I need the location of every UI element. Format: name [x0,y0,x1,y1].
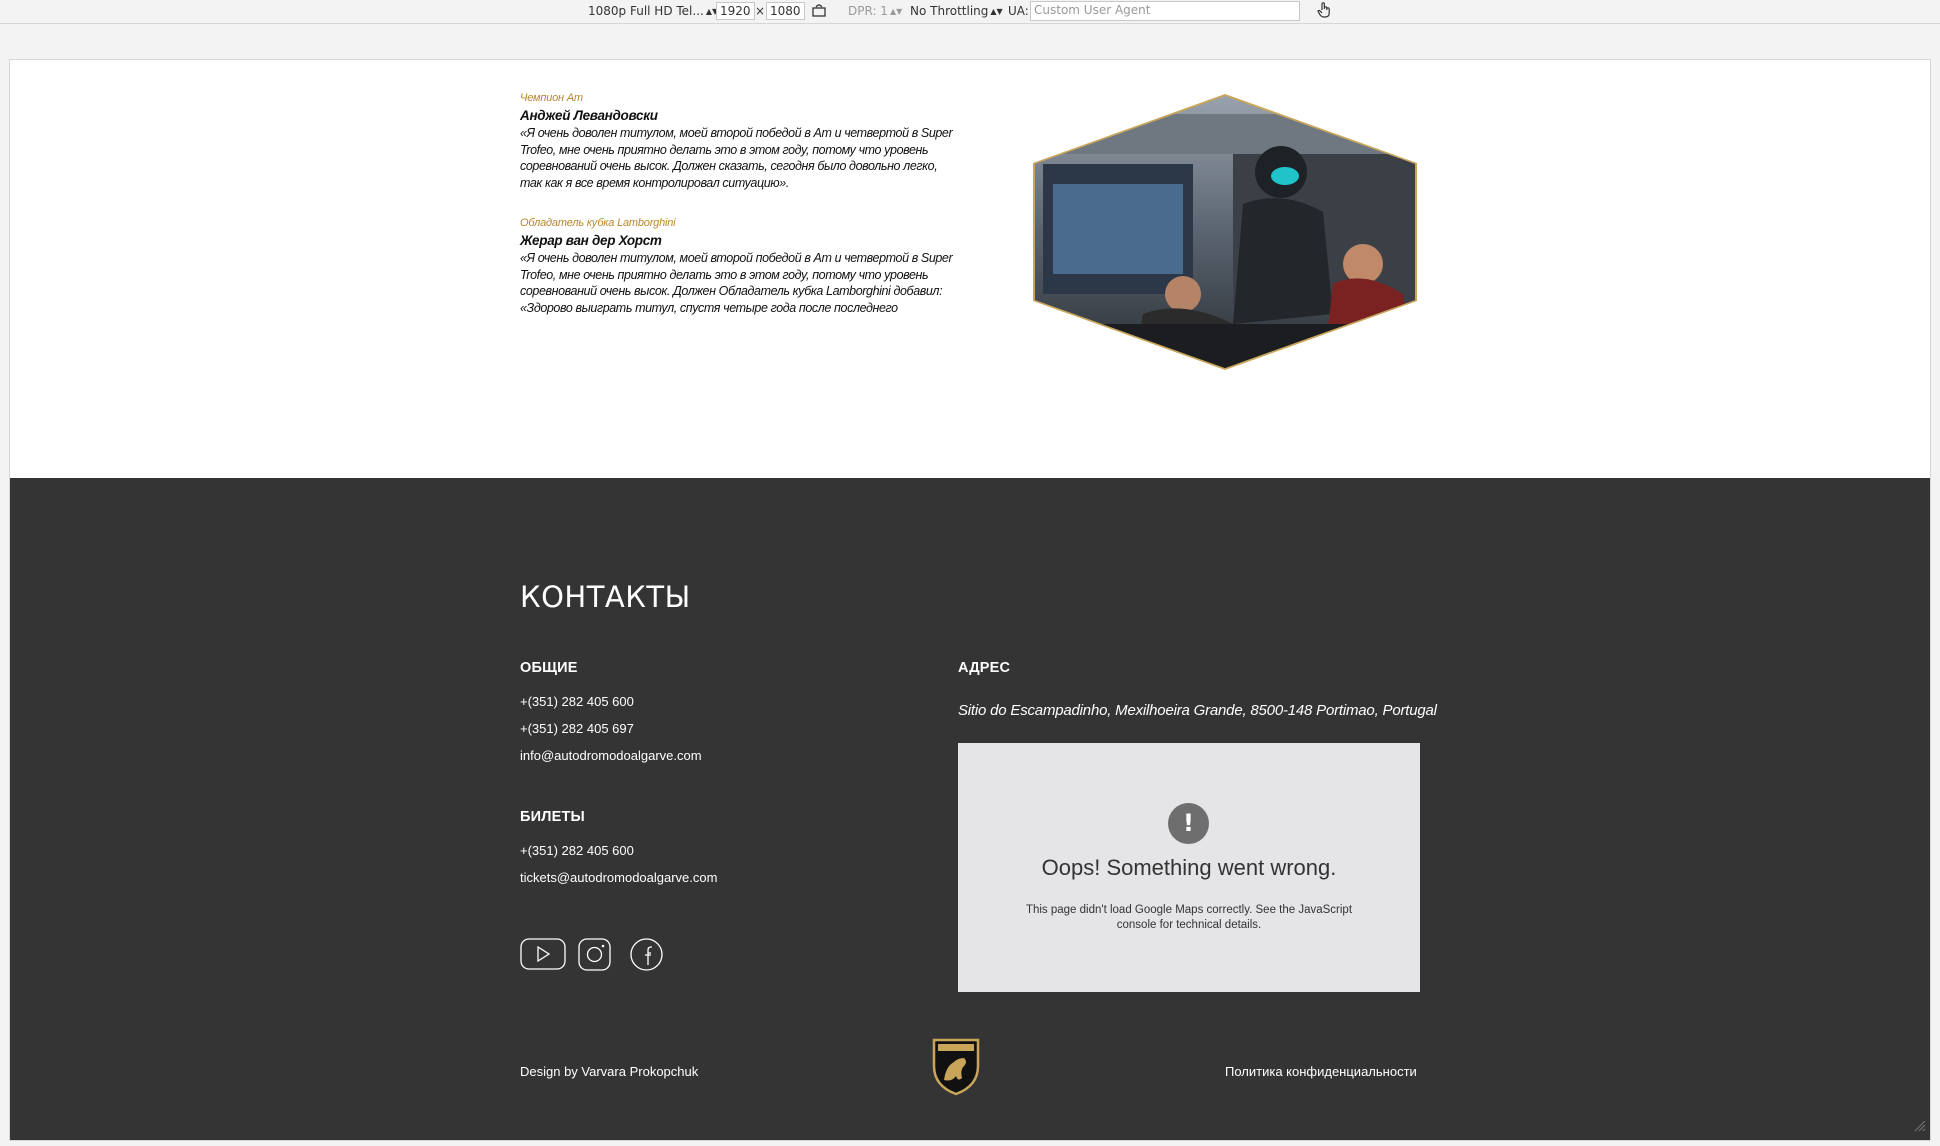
general-heading: ОБЩИЕ [520,660,578,676]
device-select[interactable]: 1080p Full HD Tel... ▲▼ [588,3,718,20]
general-contacts: ОБЩИЕ +(351) 282 405 600 +(351) 282 405 … [520,660,702,769]
testimonials: Чемпион Am Анджей Левандовски «Я очень д… [520,92,960,342]
dpr-select-label: DPR: 1 [848,4,888,18]
testimonial-text: «Я очень доволен титулом, моей второй по… [520,126,953,190]
width-input[interactable]: 1920 [716,2,755,20]
throttling-select[interactable]: No Throttling ▲▼ [910,3,1003,20]
address-heading: АДРЕС [958,660,1011,676]
youtube-icon[interactable] [520,938,566,975]
map-error-title: Oops! Something went wrong. [1041,855,1337,880]
select-arrows-icon: ▲▼ [889,7,903,16]
devtools-toolbar: 1080p Full HD Tel... ▲▼ 1920 × 1080 DPR: … [0,0,1940,24]
facebook-icon[interactable] [630,938,663,976]
design-credit: Design by Varvara Prokopchuk [520,1064,699,1079]
height-input[interactable]: 1080 [766,2,805,20]
dpr-select[interactable]: DPR: 1 ▲▼ [848,3,902,20]
device-select-label: 1080p Full HD Tel... [588,4,704,18]
lamborghini-logo[interactable] [930,1036,982,1096]
champion-photo [1033,94,1417,370]
user-agent-input[interactable]: Custom User Agent [1030,1,1300,21]
rotate-icon[interactable] [811,2,827,19]
testimonial: Обладатель кубка Lamborghini Жерар ван д… [520,217,960,316]
testimonial-tag: Обладатель кубка Lamborghini [520,217,676,229]
testimonial-tag: Чемпион Am [520,92,583,104]
address-text: Sitio do Escampadinho, Mexilhoeira Grand… [958,702,1437,719]
testimonial-text: «Я очень доволен титулом, моей второй по… [520,251,953,315]
testimonial-name: Анджей Левандовски [520,108,658,123]
address-block: АДРЕС [958,660,1010,676]
contacts-title: КОНТАКТЫ [520,580,691,614]
select-arrows-icon: ▲▼ [990,7,1003,16]
testimonial-name: Жерар ван дер Хорст [520,233,662,248]
contacts-footer: КОНТАКТЫ ОБЩИЕ +(351) 282 405 600 +(351)… [10,478,1930,1140]
page-viewport: Чемпион Am Анджей Левандовски «Я очень д… [10,60,1930,1140]
map-error-panel[interactable]: ! Oops! Something went wrong. This page … [958,743,1420,992]
touch-icon[interactable] [1316,1,1332,18]
testimonial: Чемпион Am Анджей Левандовски «Я очень д… [520,92,960,191]
general-phone-2[interactable]: +(351) 282 405 697 [520,715,702,742]
warning-icon: ! [1168,803,1209,844]
instagram-icon[interactable] [578,938,611,976]
general-email[interactable]: info@autodromodoalgarve.com [520,742,702,769]
general-phone-1[interactable]: +(351) 282 405 600 [520,688,702,715]
ua-label: UA: [1008,4,1029,18]
map-error-text: This page didn't load Google Maps correc… [1025,904,1353,931]
tickets-phone[interactable]: +(351) 282 405 600 [520,837,717,864]
resize-handle-icon[interactable] [1914,1119,1926,1137]
dimension-separator: × [755,4,766,18]
throttling-select-label: No Throttling [910,4,989,18]
tickets-contacts: БИЛЕТЫ +(351) 282 405 600 tickets@autodr… [520,809,717,891]
tickets-email[interactable]: tickets@autodromodoalgarve.com [520,864,717,891]
tickets-heading: БИЛЕТЫ [520,809,585,825]
privacy-policy-link[interactable]: Политика конфиденциальности [1225,1064,1417,1079]
